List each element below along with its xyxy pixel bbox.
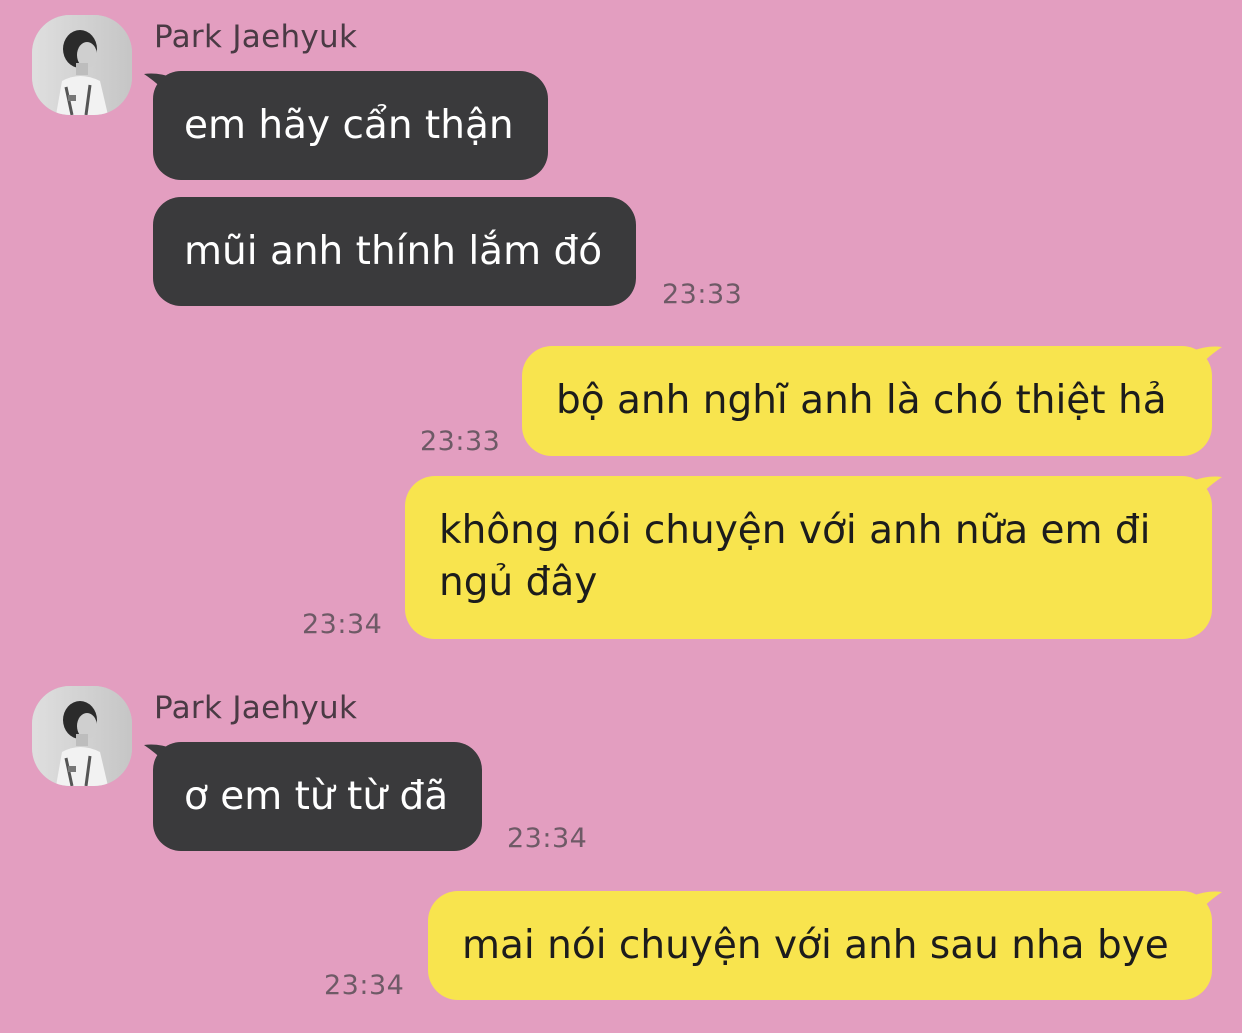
message-text: mũi anh thính lắm đó [184,228,603,274]
contact-avatar[interactable] [32,15,132,115]
message-text: ơ em từ từ đã [184,773,449,819]
message-bubble-incoming[interactable]: em hãy cẩn thận [153,71,548,180]
message-timestamp: 23:34 [302,609,383,640]
message-timestamp: 23:34 [507,823,588,854]
profile-photo-icon [32,15,132,115]
sender-name: Park Jaehyuk [154,690,358,726]
message-bubble-incoming[interactable]: mũi anh thính lắm đó [153,197,637,306]
message-text: bộ anh nghĩ anh là chó thiệt hả [556,378,1167,423]
message-bubble-outgoing[interactable]: bộ anh nghĩ anh là chó thiệt hả [522,346,1212,456]
message-bubble-incoming[interactable]: ơ em từ từ đã [153,742,483,851]
sender-name: Park Jaehyuk [154,19,358,55]
message-bubble-outgoing[interactable]: mai nói chuyện với anh sau nha bye [428,891,1212,1000]
message-timestamp: 23:33 [662,279,743,310]
message-timestamp: 23:33 [420,426,501,457]
message-bubble-outgoing[interactable]: không nói chuyện với anh nữa em đi ngủ đ… [405,476,1212,639]
message-text: mai nói chuyện với anh sau nha bye [462,922,1169,968]
message-text: không nói chuyện với anh nữa em đi ngủ đ… [439,508,1151,605]
profile-photo-icon [32,686,132,786]
contact-avatar[interactable] [32,686,132,786]
message-text: em hãy cẩn thận [184,102,514,148]
message-timestamp: 23:34 [324,970,405,1001]
